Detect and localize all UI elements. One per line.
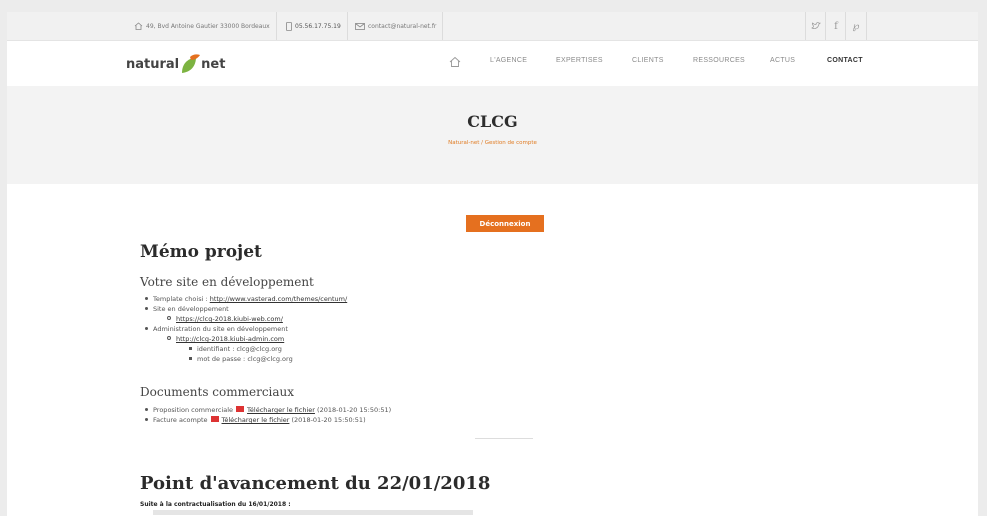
list-item-identifiant: identifiant : clcg@clcg.org bbox=[189, 345, 282, 353]
memo-heading: Mémo projet bbox=[140, 242, 262, 262]
nav-item-actus[interactable]: ACTUS bbox=[770, 57, 795, 64]
address-item: 49, Bvd Antoine Gautier 33000 Bordeaux bbox=[134, 12, 277, 40]
doc2-label: Facture acompte bbox=[153, 416, 208, 424]
identifiant-text: identifiant : clcg@clcg.org bbox=[197, 345, 282, 353]
logo-word-natural: natural bbox=[126, 56, 180, 72]
doc1-date: (2018-01-20 15:50:51) bbox=[317, 406, 392, 414]
breadcrumb[interactable]: Natural-net / Gestion de compte bbox=[7, 140, 978, 146]
nav-item-ressources[interactable]: RESSOURCES bbox=[693, 57, 745, 64]
top-bar: 49, Bvd Antoine Gautier 33000 Bordeaux 0… bbox=[7, 12, 978, 41]
home-icon bbox=[134, 22, 143, 30]
cutoff-text-line bbox=[153, 510, 473, 515]
pinterest-icon[interactable]: ℘ bbox=[845, 12, 867, 40]
page-title: CLCG bbox=[467, 112, 518, 131]
list-item-template: Template choisi : http://www.vasterad.co… bbox=[145, 295, 347, 303]
list-item-doc2: Facture acompte Télécharger le fichier (2… bbox=[145, 416, 366, 424]
admin-label: Administration du site en développement bbox=[153, 325, 288, 333]
email-item[interactable]: contact@natural-net.fr bbox=[355, 12, 444, 40]
site-logo[interactable]: natural net bbox=[126, 52, 225, 76]
template-link[interactable]: http://www.vasterad.com/themes/centum/ bbox=[210, 295, 347, 303]
doc1-download-link[interactable]: Télécharger le fichier bbox=[247, 406, 315, 414]
nav-item-agence[interactable]: L'AGENCE bbox=[490, 57, 527, 64]
phone-text: 05.56.17.75.19 bbox=[295, 22, 341, 30]
site-dev-link[interactable]: https://clcg-2018.kiubi-web.com/ bbox=[176, 315, 283, 323]
site-dev-label: Site en développement bbox=[153, 305, 229, 313]
dev-site-heading: Votre site en développement bbox=[140, 275, 314, 289]
password-text: mot de passe : clcg@clcg.org bbox=[197, 355, 293, 363]
site-header: natural net L'AGENCE EXPERTISES CLIENTS … bbox=[7, 41, 978, 85]
progress-heading: Point d'avancement du 22/01/2018 bbox=[140, 473, 491, 494]
nav-item-clients[interactable]: CLIENTS bbox=[632, 57, 664, 64]
nav-item-expertises[interactable]: EXPERTISES bbox=[556, 57, 603, 64]
logout-button[interactable]: Déconnexion bbox=[466, 215, 544, 232]
envelope-icon bbox=[355, 22, 365, 30]
list-item-site-dev: Site en développement bbox=[145, 305, 229, 313]
doc1-label: Proposition commerciale bbox=[153, 406, 234, 414]
progress-note: Suite à la contractualisation du 16/01/2… bbox=[140, 501, 291, 508]
doc2-download-link[interactable]: Télécharger le fichier bbox=[222, 416, 290, 424]
list-item-admin-link: http://clcg-2018.kiubi-admin.com bbox=[167, 335, 284, 343]
twitter-icon[interactable] bbox=[805, 12, 826, 40]
list-item-admin: Administration du site en développement bbox=[145, 325, 288, 333]
pdf-icon bbox=[236, 406, 245, 412]
list-item-password: mot de passe : clcg@clcg.org bbox=[189, 355, 293, 363]
doc2-date: (2018-01-20 15:50:51) bbox=[291, 416, 366, 424]
nav-home-icon[interactable] bbox=[448, 55, 462, 69]
nav-item-contact[interactable]: CONTACT bbox=[827, 57, 863, 64]
phone-icon bbox=[286, 21, 292, 31]
leaf-logo-icon bbox=[182, 54, 201, 73]
template-label: Template choisi : bbox=[153, 295, 210, 303]
browser-page: 49, Bvd Antoine Gautier 33000 Bordeaux 0… bbox=[7, 12, 978, 516]
page-title-band: CLCG Natural-net / Gestion de compte bbox=[7, 86, 978, 184]
email-text: contact@natural-net.fr bbox=[368, 22, 437, 30]
list-item-site-dev-link: https://clcg-2018.kiubi-web.com/ bbox=[167, 315, 283, 323]
address-text: 49, Bvd Antoine Gautier 33000 Bordeaux bbox=[146, 22, 270, 30]
admin-link[interactable]: http://clcg-2018.kiubi-admin.com bbox=[176, 335, 284, 343]
facebook-icon[interactable]: f bbox=[825, 12, 846, 40]
logo-word-net: net bbox=[201, 56, 226, 72]
pdf-icon bbox=[210, 416, 219, 422]
phone-item[interactable]: 05.56.17.75.19 bbox=[286, 12, 348, 40]
section-divider bbox=[475, 438, 533, 439]
documents-heading: Documents commerciaux bbox=[140, 385, 295, 399]
list-item-doc1: Proposition commerciale Télécharger le fi… bbox=[145, 406, 391, 414]
